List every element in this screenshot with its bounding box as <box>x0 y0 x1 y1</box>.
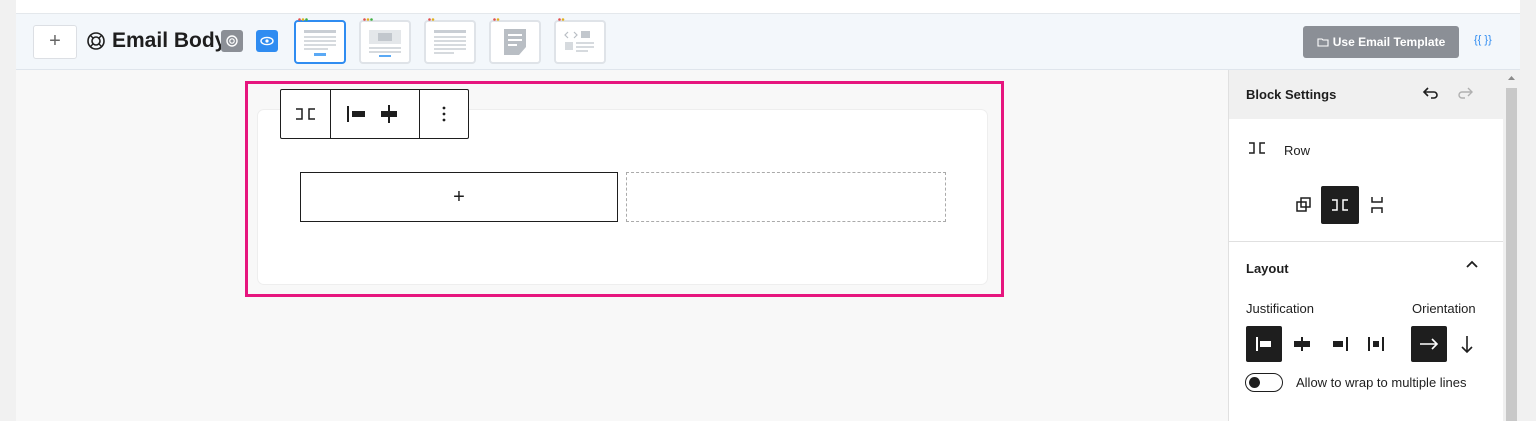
layout-code-icon <box>564 31 594 52</box>
justify-left-control[interactable] <box>1246 326 1282 362</box>
panel-divider <box>1229 241 1504 242</box>
row-icon <box>296 108 315 120</box>
layout-thumbnail-1[interactable] <box>294 18 346 64</box>
settings-button[interactable] <box>221 30 243 52</box>
stack-icon <box>1371 197 1383 213</box>
orientation-horizontal-control[interactable] <box>1411 326 1447 362</box>
layout-thumbnail-5[interactable] <box>554 18 606 64</box>
justification-label: Justification <box>1246 301 1314 316</box>
merge-tags-button[interactable]: {{ }} <box>1474 34 1492 46</box>
justify-right-icon <box>1333 337 1348 351</box>
folder-icon <box>1317 38 1329 47</box>
stack-variation-button[interactable] <box>1359 186 1397 224</box>
justify-left-icon <box>1256 337 1271 351</box>
eye-icon <box>260 36 274 46</box>
justify-center-control[interactable] <box>1284 326 1320 362</box>
group-icon <box>1296 197 1311 212</box>
preview-button[interactable] <box>256 30 278 52</box>
panel-title: Block Settings <box>1246 87 1337 102</box>
chevron-up-icon[interactable] <box>1465 259 1479 269</box>
arrow-right-icon <box>1420 338 1439 350</box>
layout-text-icon <box>304 30 336 56</box>
layout-section-title[interactable]: Layout <box>1246 261 1289 276</box>
editor-header: + Email Body Use Email Template {{}} <box>16 14 1520 70</box>
layout-image-icon <box>369 30 401 57</box>
row-icon <box>1332 199 1348 211</box>
layout-thumbnail-4[interactable] <box>489 18 541 64</box>
block-settings-panel: Block Settings Row Layout Justification … <box>1228 70 1504 421</box>
row-variation-button[interactable] <box>1321 186 1359 224</box>
scroll-up-icon[interactable] <box>1506 74 1517 82</box>
justify-center-icon <box>381 105 397 123</box>
use-email-template-label: Use Email Template <box>1332 35 1446 49</box>
undo-icon[interactable] <box>1419 83 1441 103</box>
toggle-knob <box>1249 377 1260 388</box>
use-email-template-button[interactable]: Use Email Template <box>1303 26 1459 58</box>
layout-thumbnail-2[interactable] <box>359 18 411 64</box>
block-type-button[interactable] <box>281 90 330 138</box>
column-add-block-button[interactable]: + <box>300 172 618 222</box>
wrap-toggle[interactable] <box>1245 373 1283 392</box>
layout-thumbnail-3[interactable] <box>424 18 476 64</box>
justify-space-between-control[interactable] <box>1358 326 1394 362</box>
top-strip <box>16 0 1520 14</box>
add-block-button[interactable]: + <box>33 25 77 59</box>
layout-article-icon <box>434 30 466 54</box>
email-editor: + Email Body Use Email Template {{}} + … <box>0 0 1536 421</box>
email-body-title: Email Body <box>112 29 227 52</box>
page-margin <box>1520 0 1536 421</box>
panel-header: Block Settings <box>1229 70 1504 119</box>
group-variation-button[interactable] <box>1285 186 1323 224</box>
justify-left-icon <box>347 106 365 122</box>
layout-note-icon <box>504 29 526 55</box>
justify-center-button[interactable] <box>371 90 419 138</box>
justify-right-control[interactable] <box>1322 326 1358 362</box>
justify-left-button[interactable] <box>331 90 371 138</box>
orientation-vertical-control[interactable] <box>1449 326 1485 362</box>
justify-space-between-icon <box>1368 337 1384 351</box>
email-body-icon <box>87 32 105 50</box>
lifebuoy-icon <box>226 35 238 47</box>
row-block-icon <box>1249 142 1265 154</box>
redo-icon[interactable] <box>1455 83 1477 103</box>
wrap-toggle-label: Allow to wrap to multiple lines <box>1296 375 1467 390</box>
more-options-button[interactable] <box>420 90 468 138</box>
block-name: Row <box>1284 143 1311 158</box>
orientation-label: Orientation <box>1412 301 1476 316</box>
arrow-down-icon <box>1461 336 1473 354</box>
scrollbar-thumb[interactable] <box>1506 88 1517 421</box>
block-toolbar <box>280 89 469 139</box>
more-vertical-icon <box>442 106 446 122</box>
justify-center-icon <box>1294 337 1310 351</box>
empty-column[interactable] <box>626 172 946 222</box>
